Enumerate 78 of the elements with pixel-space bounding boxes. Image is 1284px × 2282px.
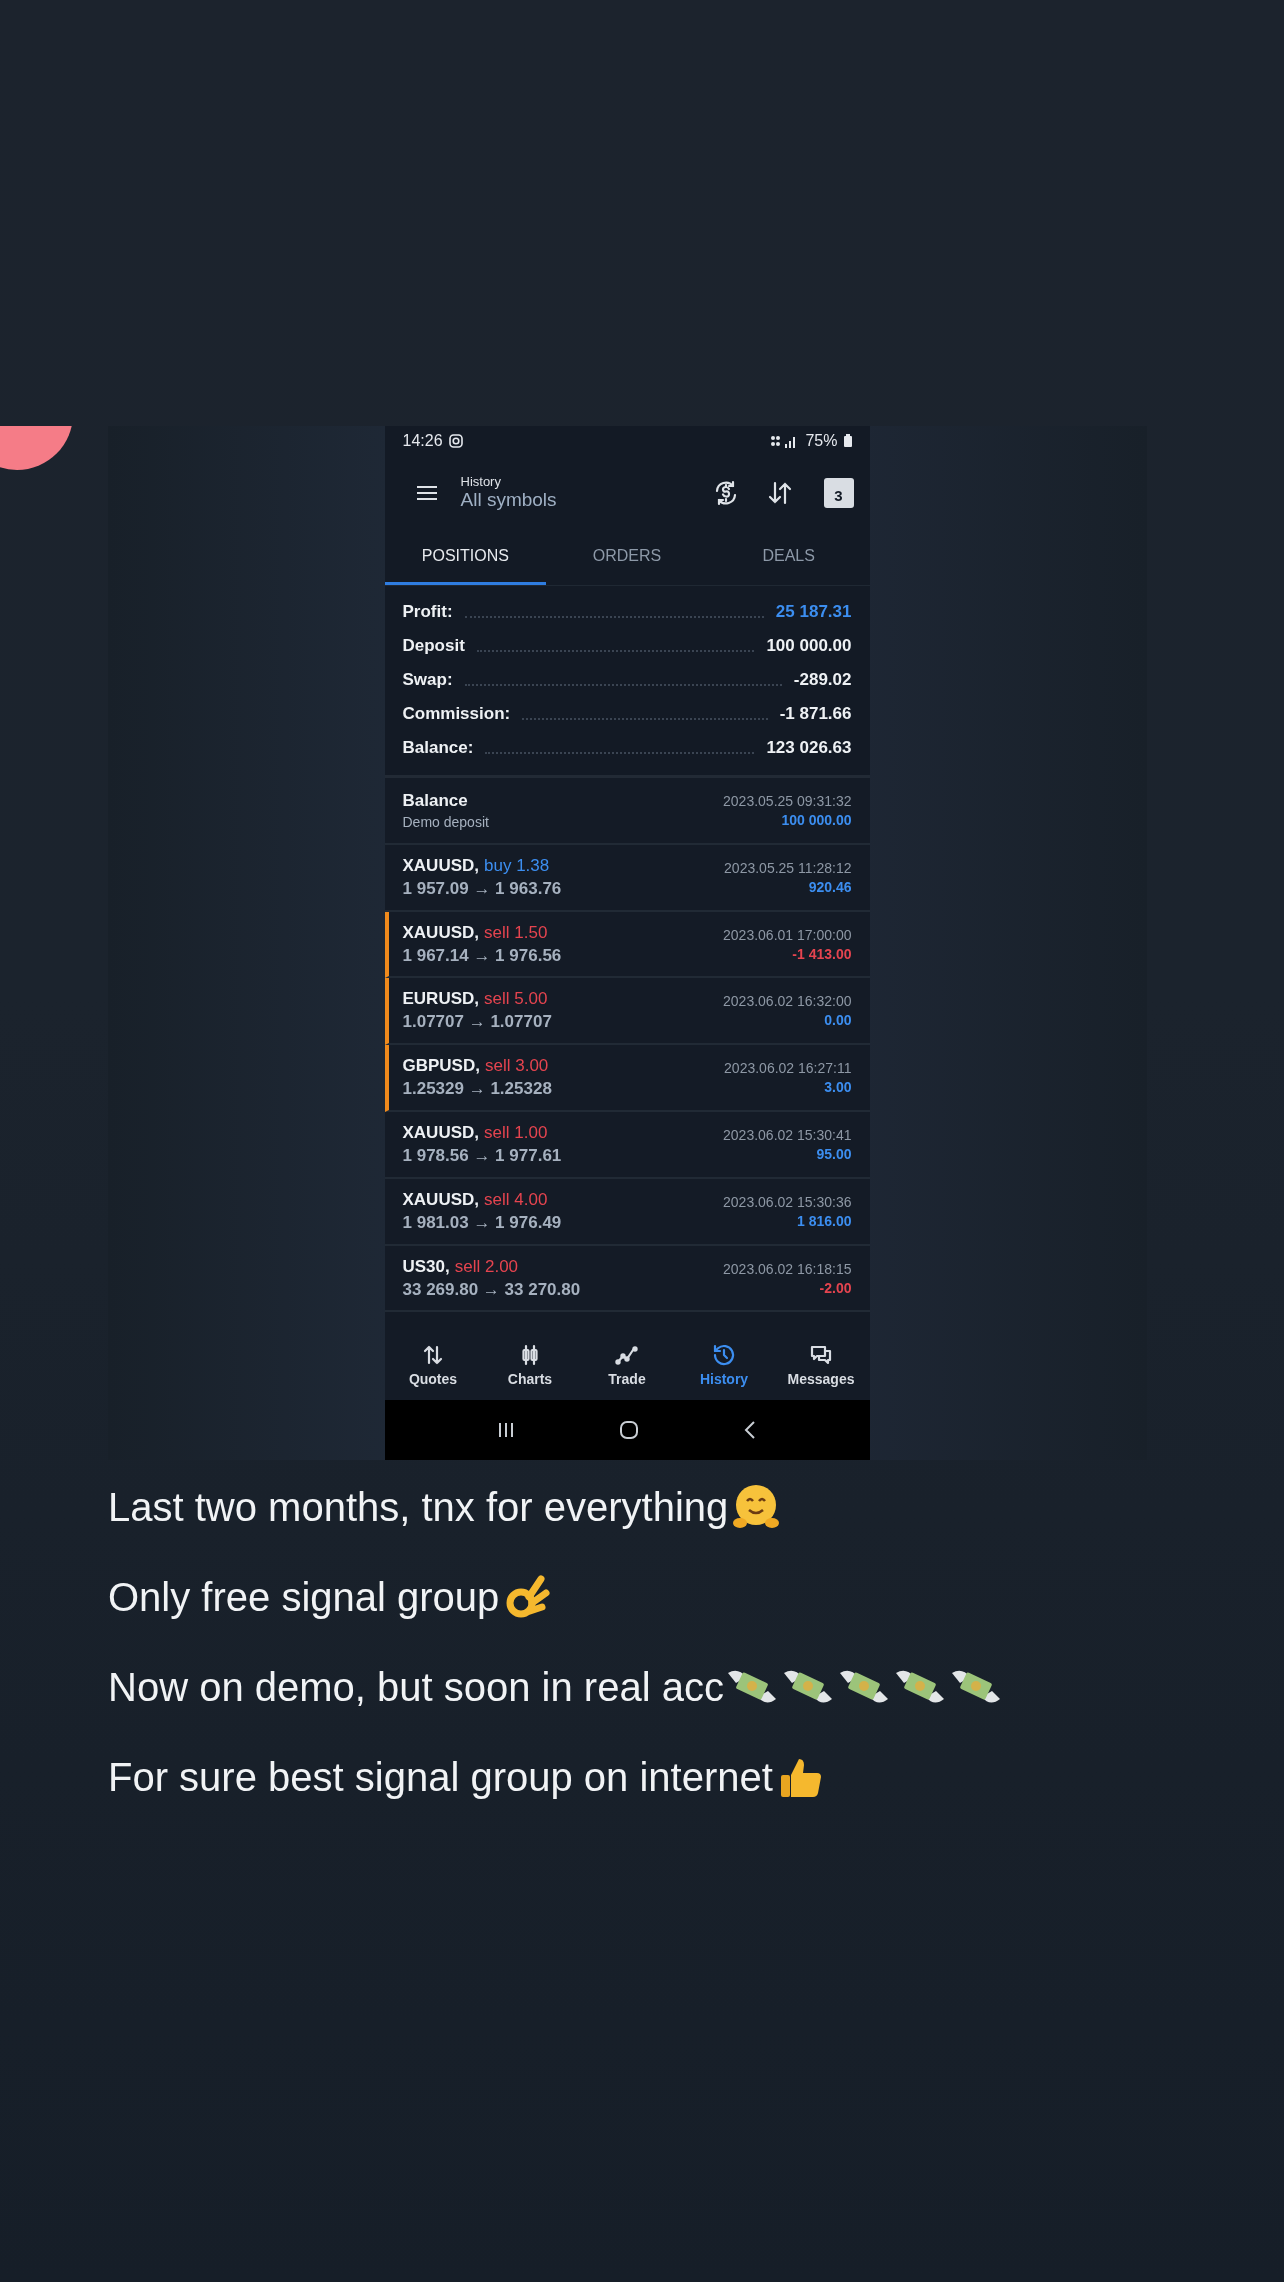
battery-percent: 75% (805, 431, 838, 450)
position-profit: 95.00 (816, 1145, 852, 1162)
message-line: Only free signal group (108, 1574, 500, 1620)
position-symbol: XAUUSD, (402, 855, 479, 876)
summary-value: 123 026.63 (766, 737, 852, 760)
nav-item[interactable]: History (675, 1342, 773, 1389)
menu-icon (415, 484, 438, 501)
nav-item[interactable]: Charts (481, 1342, 579, 1389)
position-time: 2023.06.02 16:32:00 (723, 993, 852, 1010)
position-profit: 100 000.00 (781, 811, 852, 828)
position-symbol: US30, (402, 1256, 450, 1277)
position-prices: 1 978.56 → 1 977.61 (402, 1145, 562, 1166)
position-time: 2023.06.01 17:00:00 (723, 926, 852, 943)
position-volume: sell 3.00 (484, 1056, 549, 1077)
nav-item[interactable]: Trade (578, 1342, 676, 1389)
nav-item[interactable]: Messages (772, 1342, 870, 1389)
position-volume: buy 1.38 (484, 855, 550, 876)
position-row[interactable]: GBPUSD, sell 3.00 1.25329 → 1.25328 2023.06.02 16:27:11 3.00 (384, 1045, 870, 1113)
message-line: Now on demo, but soon in real acc (108, 1664, 724, 1710)
line-chart-icon (615, 1343, 639, 1368)
tab[interactable]: DEALS (707, 529, 870, 585)
position-row[interactable]: EURUSD, sell 5.00 1.07707 → 1.07707 2023.06.02 16:32:00 0.00 (384, 978, 870, 1046)
history-icon (712, 1343, 736, 1368)
nav-item[interactable]: Quotes (384, 1342, 482, 1389)
position-volume: sell 1.00 (484, 1122, 548, 1143)
tab[interactable]: POSITIONS (384, 529, 547, 585)
summary-label: Balance: (402, 737, 474, 760)
position-symbol: Balance (402, 790, 468, 811)
summary-value: 25 187.31 (775, 601, 852, 624)
position-symbol: EURUSD, (402, 989, 479, 1010)
position-volume: sell 4.00 (484, 1189, 548, 1210)
position-volume: sell 1.50 (484, 922, 548, 943)
summary-label: Commission: (402, 703, 511, 726)
position-profit: 3.00 (824, 1079, 852, 1096)
message-line: For sure best signal group on internet (108, 1754, 773, 1800)
battery-icon (843, 434, 852, 448)
position-prices: 1.07707 → 1.07707 (402, 1012, 552, 1033)
position-volume: sell 5.00 (484, 989, 548, 1010)
clock: 14:26 (402, 431, 443, 450)
screen-title: History (460, 474, 502, 490)
position-volume: sell 2.00 (454, 1256, 519, 1277)
sort-arrows-icon (766, 479, 793, 506)
position-prices: Demo deposit (402, 813, 489, 830)
position-prices: 33 269.80 → 33 270.80 (402, 1279, 581, 1300)
position-row[interactable]: XAUUSD, sell 1.50 1 967.14 → 1 976.56 2023.06.01 17:00:00 -1 413.00 (384, 911, 870, 979)
position-time: 2023.06.02 16:27:11 (724, 1060, 852, 1077)
summary-value: -1 871.66 (779, 703, 852, 726)
summary-value: -289.02 (793, 669, 852, 692)
position-time: 2023.05.25 09:31:32 (723, 792, 852, 809)
position-prices: 1.25329 → 1.25328 (402, 1079, 552, 1100)
position-time: 2023.05.25 11:28:12 (724, 859, 852, 876)
position-profit: 920.46 (808, 878, 852, 895)
position-profit: 1 816.00 (797, 1212, 852, 1229)
position-profit: -1 413.00 (792, 945, 852, 962)
position-symbol: GBPUSD, (402, 1056, 480, 1077)
position-symbol: XAUUSD, (402, 1122, 479, 1143)
summary-label: Swap: (402, 669, 453, 692)
position-time: 2023.06.02 15:30:36 (723, 1193, 852, 1210)
position-prices: 1 957.09 → 1 963.76 (402, 878, 562, 899)
summary-label: Profit: (402, 601, 453, 624)
tab[interactable]: ORDERS (546, 529, 708, 585)
position-symbol: XAUUSD, (402, 922, 479, 943)
position-prices: 1 981.03 → 1 976.49 (402, 1212, 562, 1233)
position-prices: 1 967.14 → 1 976.56 (402, 945, 562, 966)
calendar-button[interactable]: 3 (823, 477, 854, 508)
position-profit: 0.00 (824, 1012, 852, 1029)
position-time: 2023.06.02 15:30:41 (723, 1126, 852, 1143)
summary-value: 100 000.00 (766, 635, 852, 658)
back-icon[interactable] (743, 1420, 758, 1441)
camera-icon (448, 433, 463, 448)
summary-label: Deposit (402, 635, 465, 658)
recent-apps-icon[interactable] (496, 1421, 515, 1440)
position-profit: -2.00 (819, 1279, 852, 1296)
home-icon[interactable] (619, 1420, 639, 1441)
symbol-filter[interactable]: All symbols (460, 489, 692, 512)
position-time: 2023.06.02 16:18:15 (723, 1260, 852, 1277)
message-line: Last two months, tnx for everything (108, 1484, 729, 1530)
position-symbol: XAUUSD, (402, 1189, 479, 1210)
